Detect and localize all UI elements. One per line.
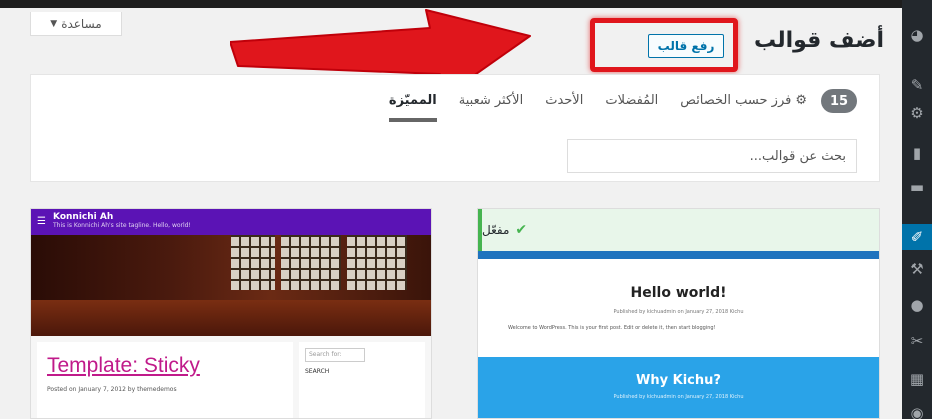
theme-site-title: Konnichi Ah <box>53 212 114 222</box>
appearance-icon[interactable]: ✐ <box>894 224 932 250</box>
theme-count-badge: 15 <box>821 89 857 113</box>
tab-latest[interactable]: الأحدث <box>545 93 583 122</box>
active-label: مفعّل <box>482 223 510 237</box>
section-meta: Published by kichuadmin on January 27, 2… <box>613 394 744 400</box>
media-icon[interactable]: ⚙ <box>902 100 932 126</box>
active-theme-notice: ✔ مفعّل <box>478 209 879 251</box>
theme-header-photo <box>31 235 431 336</box>
gear-icon: ⚙ <box>795 93 807 108</box>
theme-preview-body: Template: Sticky Posted on January 7, 20… <box>31 336 431 418</box>
theme-card-konnichi[interactable]: ☰ Konnichi Ah This is Konnichi Ah's site… <box>30 208 432 419</box>
feature-filter-label: فرز حسب الخصائص <box>680 93 792 108</box>
pages-icon[interactable]: ▮ <box>902 140 932 166</box>
feature-filter-button[interactable]: ⚙ فرز حسب الخصائص <box>680 93 807 122</box>
dashboard-icon[interactable]: ◕ <box>902 22 932 48</box>
chevron-down-icon: ▼ <box>50 18 58 29</box>
theme-card-kichu[interactable]: ✔ مفعّل Hello world! Published by kichua… <box>477 208 880 419</box>
theme-preview-post: Template: Sticky Posted on January 7, 20… <box>37 342 293 418</box>
menu-icon: ☰ <box>37 216 46 227</box>
post-title: Template: Sticky <box>47 354 200 377</box>
tab-favorites[interactable]: المُفضلات <box>605 93 658 122</box>
post-meta: Published by kichuadmin on January 27, 2… <box>613 309 744 315</box>
more-icon[interactable]: ◉ <box>902 400 932 419</box>
help-tab-label: مساعدة <box>61 16 102 31</box>
plugins-icon[interactable]: ⚒ <box>902 256 932 282</box>
post-meta: Posted on January 7, 2012 by themedemos <box>47 386 177 393</box>
filter-tabs: المميّزة الأكثر شعبية الأحدث المُفضلات ⚙… <box>388 93 807 122</box>
theme-search-input[interactable] <box>567 139 857 173</box>
tab-featured[interactable]: المميّزة <box>388 93 437 122</box>
theme-tagline: This is Konnichi Ah's site tagline. Hell… <box>53 222 191 229</box>
sidebar-search-button: SEARCH <box>305 368 330 375</box>
theme-preview-header: ☰ Konnichi Ah This is Konnichi Ah's site… <box>31 209 431 235</box>
annotation-highlight-box <box>590 18 738 72</box>
post-title: Hello world! <box>630 285 727 301</box>
settings-icon[interactable]: ▦ <box>902 366 932 392</box>
pin-icon[interactable]: ✎ <box>902 72 932 98</box>
tools-icon[interactable]: ✂ <box>902 328 932 354</box>
checkmark-icon: ✔ <box>515 222 528 238</box>
theme-preview-sidebar: Search for: SEARCH <box>299 342 425 418</box>
help-tab[interactable]: مساعدة ▼ <box>30 12 122 36</box>
admin-menu: ◕ ✎ ⚙ ▮ ▬ ✐ ⚒ ● ✂ ▦ ◉ <box>894 0 932 419</box>
comments-icon[interactable]: ▬ <box>902 174 932 200</box>
top-strip <box>0 0 932 8</box>
tab-popular[interactable]: الأكثر شعبية <box>459 93 523 122</box>
sidebar-search-field: Search for: <box>305 348 365 362</box>
theme-filter-bar: 15 المميّزة الأكثر شعبية الأحدث المُفضلا… <box>30 74 880 182</box>
theme-preview-post: Hello world! Published by kichuadmin on … <box>478 259 879 357</box>
page-title: أضف قوالب <box>754 28 884 53</box>
theme-preview-section: Why Kichu? Published by kichuadmin on Ja… <box>478 357 879 418</box>
section-title: Why Kichu? <box>636 373 721 388</box>
users-icon[interactable]: ● <box>902 292 932 318</box>
theme-preview-strip <box>478 251 879 259</box>
post-excerpt: Welcome to WordPress. This is your first… <box>508 325 716 331</box>
